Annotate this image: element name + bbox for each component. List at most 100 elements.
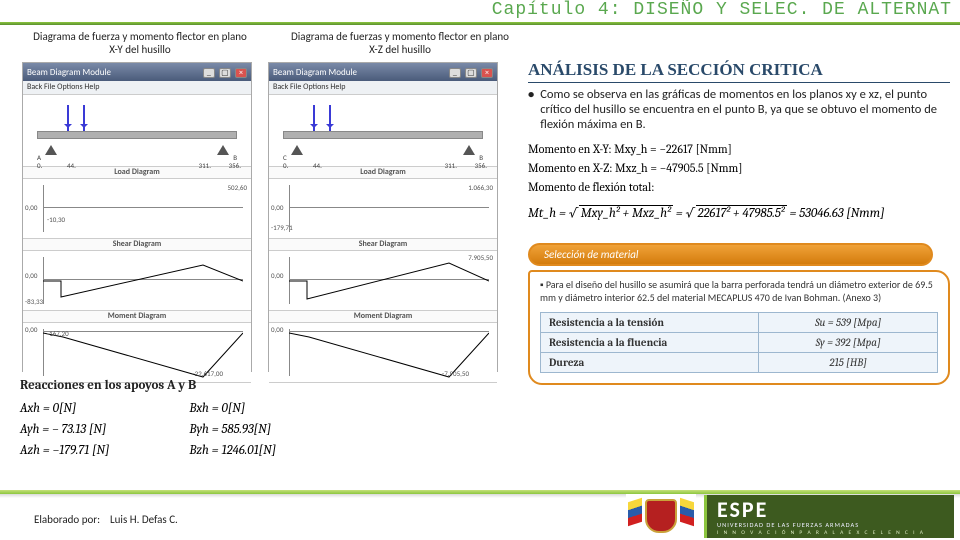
- reactions-block: Reacciones en los apoyos A y B Axh = 0[N…: [20, 378, 500, 461]
- moment-xy: Momento en X-Y: Mxy_h = −22617 [Nmm]: [528, 140, 950, 159]
- author-label: Elaborado por:: [34, 513, 100, 526]
- tick: 356.: [475, 161, 487, 170]
- minimize-icon[interactable]: _: [449, 68, 461, 78]
- tick: 44.: [313, 161, 322, 170]
- plot-value: 502,60: [228, 183, 248, 192]
- moment-diagram-header: Moment Diagram: [269, 311, 497, 323]
- author-line: Elaborado por: Luis H. Defas C.: [34, 513, 178, 526]
- support-icon: [291, 139, 303, 155]
- plot-value: 0,00: [25, 203, 37, 212]
- minimize-icon[interactable]: _: [203, 68, 215, 78]
- plot-value: -10,30: [47, 215, 65, 224]
- prop-value: 215 [HB]: [759, 352, 938, 372]
- slide-footer: Elaborado por: Luis H. Defas C. ESPE UNI…: [0, 490, 960, 540]
- right-diagram-title: Diagrama de fuerzas y momento flector en…: [290, 30, 510, 56]
- total-moment-formula: Mt_h = √Mxy_h² + Mxz_h² = √22617² + 4798…: [528, 206, 950, 221]
- plot-value: -7.905,50: [442, 369, 469, 378]
- window-controls: _ ▢ ×: [447, 67, 493, 78]
- support-icon: [45, 139, 57, 155]
- header-underline: [0, 22, 960, 25]
- force-arrow-icon: [313, 105, 315, 131]
- espe-brand: ESPE UNIVERSIDAD DE LAS FUERZAS ARMADAS …: [704, 495, 954, 538]
- beam-window-xy: Beam Diagram Module _ ▢ × Back File Opti…: [22, 62, 252, 372]
- tick: 0.: [283, 161, 288, 170]
- material-properties-table: Resistencia a la tensión Su = 539 [Mpa] …: [540, 312, 938, 373]
- close-icon[interactable]: ×: [481, 68, 493, 78]
- support-icon: [463, 139, 475, 155]
- formula-sqrt1: Mxy_h² + Mxz_h²: [579, 205, 673, 221]
- moment-xz: Momento en X-Z: Mxz_h = −47905.5 [Nmm]: [528, 159, 950, 178]
- load-plot: 502,60 0,00 -10,30: [23, 179, 251, 239]
- window-title: Beam Diagram Module: [27, 67, 111, 78]
- plot-value: -167,20: [47, 329, 69, 338]
- window-titlebar: Beam Diagram Module _ ▢ ×: [269, 63, 497, 81]
- shear-plot: 0,00 -83,33: [23, 251, 251, 311]
- force-arrow-icon: [83, 105, 85, 131]
- chapter-title: Capítulo 4: DISEÑO Y SELEC. DE ALTERNAT: [492, 0, 952, 20]
- moment-values: Momento en X-Y: Mxy_h = −22617 [Nmm] Mom…: [528, 140, 950, 198]
- plot-value: 0,00: [271, 325, 283, 334]
- reaction-value: Axh = 0[N]: [20, 399, 109, 420]
- load-plot: 1.066,30 0,00 -179,71: [269, 179, 497, 239]
- plot-value: 1.066,30: [468, 183, 493, 192]
- table-row: Resistencia a la tensión Su = 539 [Mpa]: [541, 312, 938, 332]
- author-name: Luis H. Defas C.: [110, 513, 178, 526]
- plot-value: 0,00: [271, 203, 283, 212]
- beam-window-xz: Beam Diagram Module _ ▢ × Back File Opti…: [268, 62, 498, 372]
- beam-panel: A B 0. 44. 311. 356.: [23, 95, 251, 167]
- window-controls: _ ▢ ×: [201, 67, 247, 78]
- plot-value: -179,71: [271, 223, 293, 232]
- tick: 356.: [229, 161, 241, 170]
- window-menu[interactable]: Back File Options Help: [269, 81, 497, 95]
- reactions-col-a: Axh = 0[N] Ayh = − 73.13 [N] Azh = −179.…: [20, 399, 109, 461]
- reaction-value: Bxh = 0[N]: [189, 399, 276, 420]
- analysis-title: ANÁLISIS DE LA SECCIÓN CRITICA: [528, 60, 950, 83]
- prop-name: Resistencia a la fluencia: [541, 332, 759, 352]
- force-arrow-icon: [329, 105, 331, 131]
- prop-value: Sy = 392 [Mpa]: [759, 332, 938, 352]
- brand-subtitle: UNIVERSIDAD DE LAS FUERZAS ARMADAS: [717, 521, 944, 529]
- prop-name: Dureza: [541, 352, 759, 372]
- tick: 0.: [37, 161, 42, 170]
- formula-lhs: Mt_h =: [528, 206, 566, 221]
- plot-value: 0,00: [25, 271, 37, 280]
- logo-block: ESPE UNIVERSIDAD DE LAS FUERZAS ARMADAS …: [626, 494, 954, 538]
- table-row: Dureza 215 [HB]: [541, 352, 938, 372]
- tick: 311.: [445, 161, 457, 170]
- crest-icon: [626, 494, 696, 538]
- tick: 44.: [67, 161, 76, 170]
- window-menu[interactable]: Back File Options Help: [23, 81, 251, 95]
- formula-sqrt2: 22617² + 47985.5²: [696, 205, 787, 221]
- chapter-header: Capítulo 4: DISEÑO Y SELEC. DE ALTERNAT: [0, 0, 960, 22]
- left-diagram-title: Diagrama de fuerza y momento flector en …: [30, 30, 250, 56]
- beam-panel: C B 0. 44. 311. 356.: [269, 95, 497, 167]
- load-diagram-header: Load Diagram: [269, 167, 497, 179]
- beam-icon: [37, 131, 237, 139]
- close-icon[interactable]: ×: [235, 68, 247, 78]
- tick: 311.: [199, 161, 211, 170]
- brand-name: ESPE: [717, 499, 944, 521]
- prop-name: Resistencia a la tensión: [541, 312, 759, 332]
- plot-value: -83,33: [25, 297, 43, 306]
- shear-diagram-header: Shear Diagram: [23, 239, 251, 251]
- plot-value: 7.905,50: [468, 253, 493, 262]
- shear-plot: 7.905,50 0,00: [269, 251, 497, 311]
- moment-total-label: Momento de flexión total:: [528, 178, 950, 197]
- reactions-header: Reacciones en los apoyos A y B: [20, 378, 500, 393]
- load-diagram-header: Load Diagram: [23, 167, 251, 179]
- force-arrow-icon: [67, 105, 69, 131]
- maximize-icon[interactable]: ▢: [219, 68, 231, 78]
- maximize-icon[interactable]: ▢: [465, 68, 477, 78]
- formula-result: = 53046.63 [Nmm]: [789, 206, 884, 221]
- moment-diagram-header: Moment Diagram: [23, 311, 251, 323]
- window-title: Beam Diagram Module: [273, 67, 357, 78]
- reaction-value: Azh = −179.71 [N]: [20, 441, 109, 462]
- brand-motto: I N N O V A C I Ó N P A R A L A E X C E …: [717, 530, 944, 536]
- shear-diagram-header: Shear Diagram: [269, 239, 497, 251]
- reactions-col-b: Bxh = 0[N] Byh = 585.93[N] Bzh = 1246.01…: [189, 399, 276, 461]
- prop-value: Su = 539 [Mpa]: [759, 312, 938, 332]
- analysis-bullet-text: Como se observa en las gráficas de momen…: [540, 87, 950, 132]
- reaction-value: Ayh = − 73.13 [N]: [20, 420, 109, 441]
- reaction-value: Byh = 585.93[N]: [189, 420, 276, 441]
- plot-value: 0,00: [25, 325, 37, 334]
